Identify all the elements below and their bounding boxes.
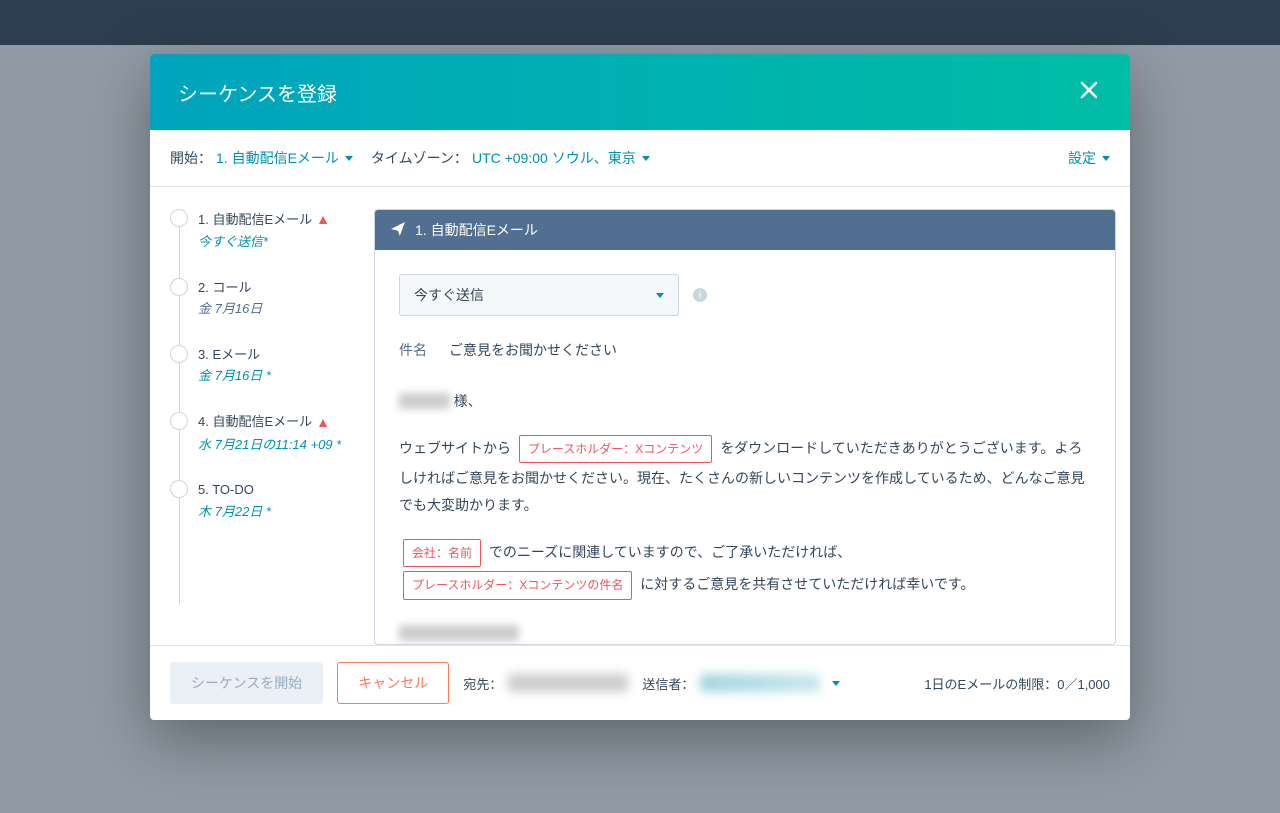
step-timeline: 1. 自動配信Eメール ▲ 今すぐ送信* 2. コール 金 7月16日 3. E… [164, 209, 374, 645]
modal-footer: シーケンスを開始 キャンセル 宛先： 送信者： 1日のEメールの制限：0／1,0… [150, 645, 1130, 720]
timeline-step-2[interactable]: 2. コール 金 7月16日 [170, 278, 374, 319]
start-step-dropdown[interactable]: 1. 自動配信Eメール [216, 148, 353, 168]
chevron-down-icon [1102, 156, 1110, 161]
editor-body: 今すぐ送信 i 件名 ご意見をお聞かせください XXXXX 様、 [375, 250, 1115, 644]
start-sequence-button[interactable]: シーケンスを開始 [170, 662, 323, 704]
timeline-step-4[interactable]: 4. 自動配信Eメール ▲ 水 7月21日の11:14 +09 * [170, 412, 374, 455]
timeline-step-5[interactable]: 5. TO-DO 木 7月22日 * [170, 480, 374, 521]
daily-limit: 1日のEメールの制限：0／1,000 [924, 674, 1110, 693]
redacted-signature: XXXXXXXX XXXX [399, 625, 519, 641]
sender-value-redacted[interactable] [700, 674, 820, 692]
timezone-label: タイムゾーン： [371, 148, 468, 168]
placeholder-token-x-content[interactable]: プレースホルダー：Xコンテンツ [519, 435, 712, 464]
cancel-button[interactable]: キャンセル [337, 662, 449, 704]
warning-icon: ▲ [316, 412, 330, 433]
chevron-down-icon[interactable] [832, 681, 840, 686]
step-bullet [170, 278, 188, 296]
editor-header: 1. 自動配信Eメール [375, 210, 1115, 250]
email-body-editor[interactable]: XXXXX 様、 ウェブサイトから プレースホルダー：Xコンテンツ をダウンロー… [399, 388, 1091, 644]
info-icon[interactable]: i [693, 288, 707, 302]
timeline-step-1[interactable]: 1. 自動配信Eメール ▲ 今すぐ送信* [170, 209, 374, 252]
chevron-down-icon [345, 156, 353, 161]
chevron-down-icon [642, 156, 650, 161]
recipient-value-redacted [508, 674, 628, 692]
email-editor-card: 1. 自動配信Eメール 今すぐ送信 i 件名 ご意見をお聞かせください [374, 209, 1116, 645]
timeline-step-3[interactable]: 3. Eメール 金 7月16日 * [170, 345, 374, 386]
placeholder-token-company[interactable]: 会社：名前 [403, 539, 481, 568]
subject-value[interactable]: ご意見をお聞かせください [449, 340, 617, 360]
chevron-down-icon [656, 293, 664, 298]
step-bullet [170, 480, 188, 498]
step-bullet [170, 412, 188, 430]
redacted-name: XXXXX [399, 393, 450, 409]
step-bullet [170, 209, 188, 227]
sequence-enroll-modal: シーケンスを登録 開始： 1. 自動配信Eメール タイムゾーン： UTC +09… [150, 54, 1130, 720]
timezone-dropdown[interactable]: UTC +09:00 ソウル、東京 [472, 148, 650, 168]
paper-plane-icon [391, 222, 405, 239]
warning-icon: ▲ [316, 209, 330, 230]
step-bullet [170, 345, 188, 363]
placeholder-token-x-subject[interactable]: プレースホルダー：Xコンテンツの件名 [403, 571, 632, 600]
start-label: 開始： [170, 148, 212, 168]
modal-body: 1. 自動配信Eメール ▲ 今すぐ送信* 2. コール 金 7月16日 3. E… [150, 187, 1130, 645]
sender-label: 送信者： [642, 674, 694, 693]
modal-title: シーケンスを登録 [178, 78, 337, 107]
close-icon[interactable] [1076, 76, 1102, 108]
recipient-label: 宛先： [463, 674, 502, 693]
subject-label: 件名 [399, 340, 427, 360]
editor-pane: 1. 自動配信Eメール 今すぐ送信 i 件名 ご意見をお聞かせください [374, 209, 1116, 645]
settings-bar: 開始： 1. 自動配信Eメール タイムゾーン： UTC +09:00 ソウル、東… [150, 130, 1130, 187]
settings-dropdown[interactable]: 設定 [1068, 148, 1110, 168]
modal-header: シーケンスを登録 [150, 54, 1130, 130]
send-timing-select[interactable]: 今すぐ送信 [399, 274, 679, 316]
